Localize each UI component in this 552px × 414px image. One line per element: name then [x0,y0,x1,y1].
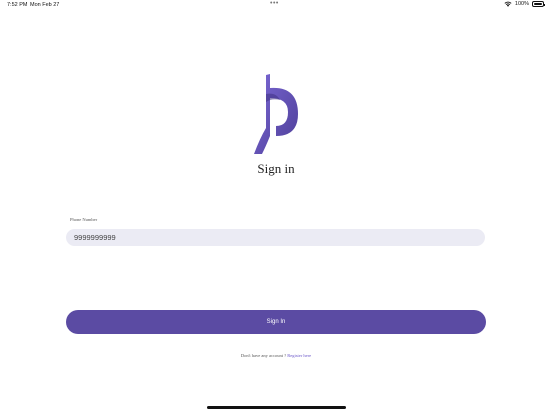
brand-logo-icon [254,74,298,154]
battery-icon [532,1,545,7]
wifi-icon [504,1,512,7]
register-prompt-text: Don't have any account ? [240,353,287,358]
battery-fill [534,3,542,5]
phone-number-label: Phone Number [70,217,98,222]
register-prompt: Don't have any account ? Register here [0,353,552,358]
status-bar: 7:52 PM Mon Feb 27 ••• 100% [0,0,552,12]
battery-percent: 100% [514,1,529,7]
register-link[interactable]: Register here [287,353,311,358]
status-time: 7:52 PM [7,2,28,8]
phone-number-input[interactable] [66,229,485,246]
home-indicator[interactable] [207,406,346,409]
page-title: Sign in [257,161,295,176]
status-date: Mon Feb 27 [30,2,60,8]
status-right: 100% [504,1,545,7]
multitasking-dots[interactable]: ••• [270,0,279,7]
sign-in-label: Sign In [266,319,286,325]
sign-in-button[interactable]: Sign In [66,310,486,334]
